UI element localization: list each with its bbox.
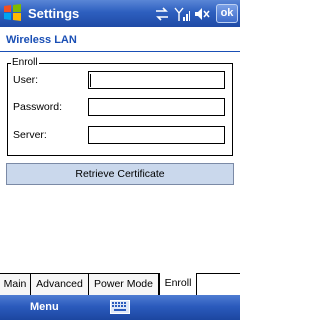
page-header: Wireless LAN — [0, 27, 240, 53]
windows-logo-icon[interactable] — [3, 3, 22, 22]
title-bar: Settings ok — [0, 0, 240, 27]
retrieve-certificate-button[interactable]: Retrieve Certificate — [6, 163, 234, 185]
app-title: Settings — [28, 6, 80, 21]
server-label: Server: — [13, 129, 47, 141]
ok-button[interactable]: ok — [216, 4, 238, 23]
enroll-group-label: Enroll — [11, 57, 39, 69]
tab-strip: Main Advanced Power Mode Enroll — [0, 273, 240, 295]
connectivity-icon[interactable] — [154, 6, 170, 22]
user-input[interactable] — [88, 71, 225, 89]
tab-power-mode[interactable]: Power Mode — [89, 274, 159, 295]
password-label: Password: — [13, 101, 63, 113]
tab-main[interactable]: Main — [0, 274, 31, 295]
volume-icon[interactable] — [194, 6, 210, 22]
enroll-group: Enroll User: Password: Server: — [7, 57, 233, 156]
softkey-bar: Menu — [0, 295, 240, 320]
menu-softkey[interactable]: Menu — [30, 301, 59, 313]
page-title: Wireless LAN — [6, 34, 77, 46]
keyboard-icon[interactable] — [110, 300, 130, 314]
tab-advanced[interactable]: Advanced — [31, 274, 89, 295]
signal-strength-icon[interactable] — [174, 6, 190, 22]
tab-enroll[interactable]: Enroll — [159, 273, 197, 295]
password-input[interactable] — [88, 98, 225, 116]
user-label: User: — [13, 74, 39, 86]
header-divider — [0, 51, 240, 52]
text-caret — [90, 74, 91, 87]
server-input[interactable] — [88, 126, 225, 144]
status-icons — [154, 5, 210, 22]
